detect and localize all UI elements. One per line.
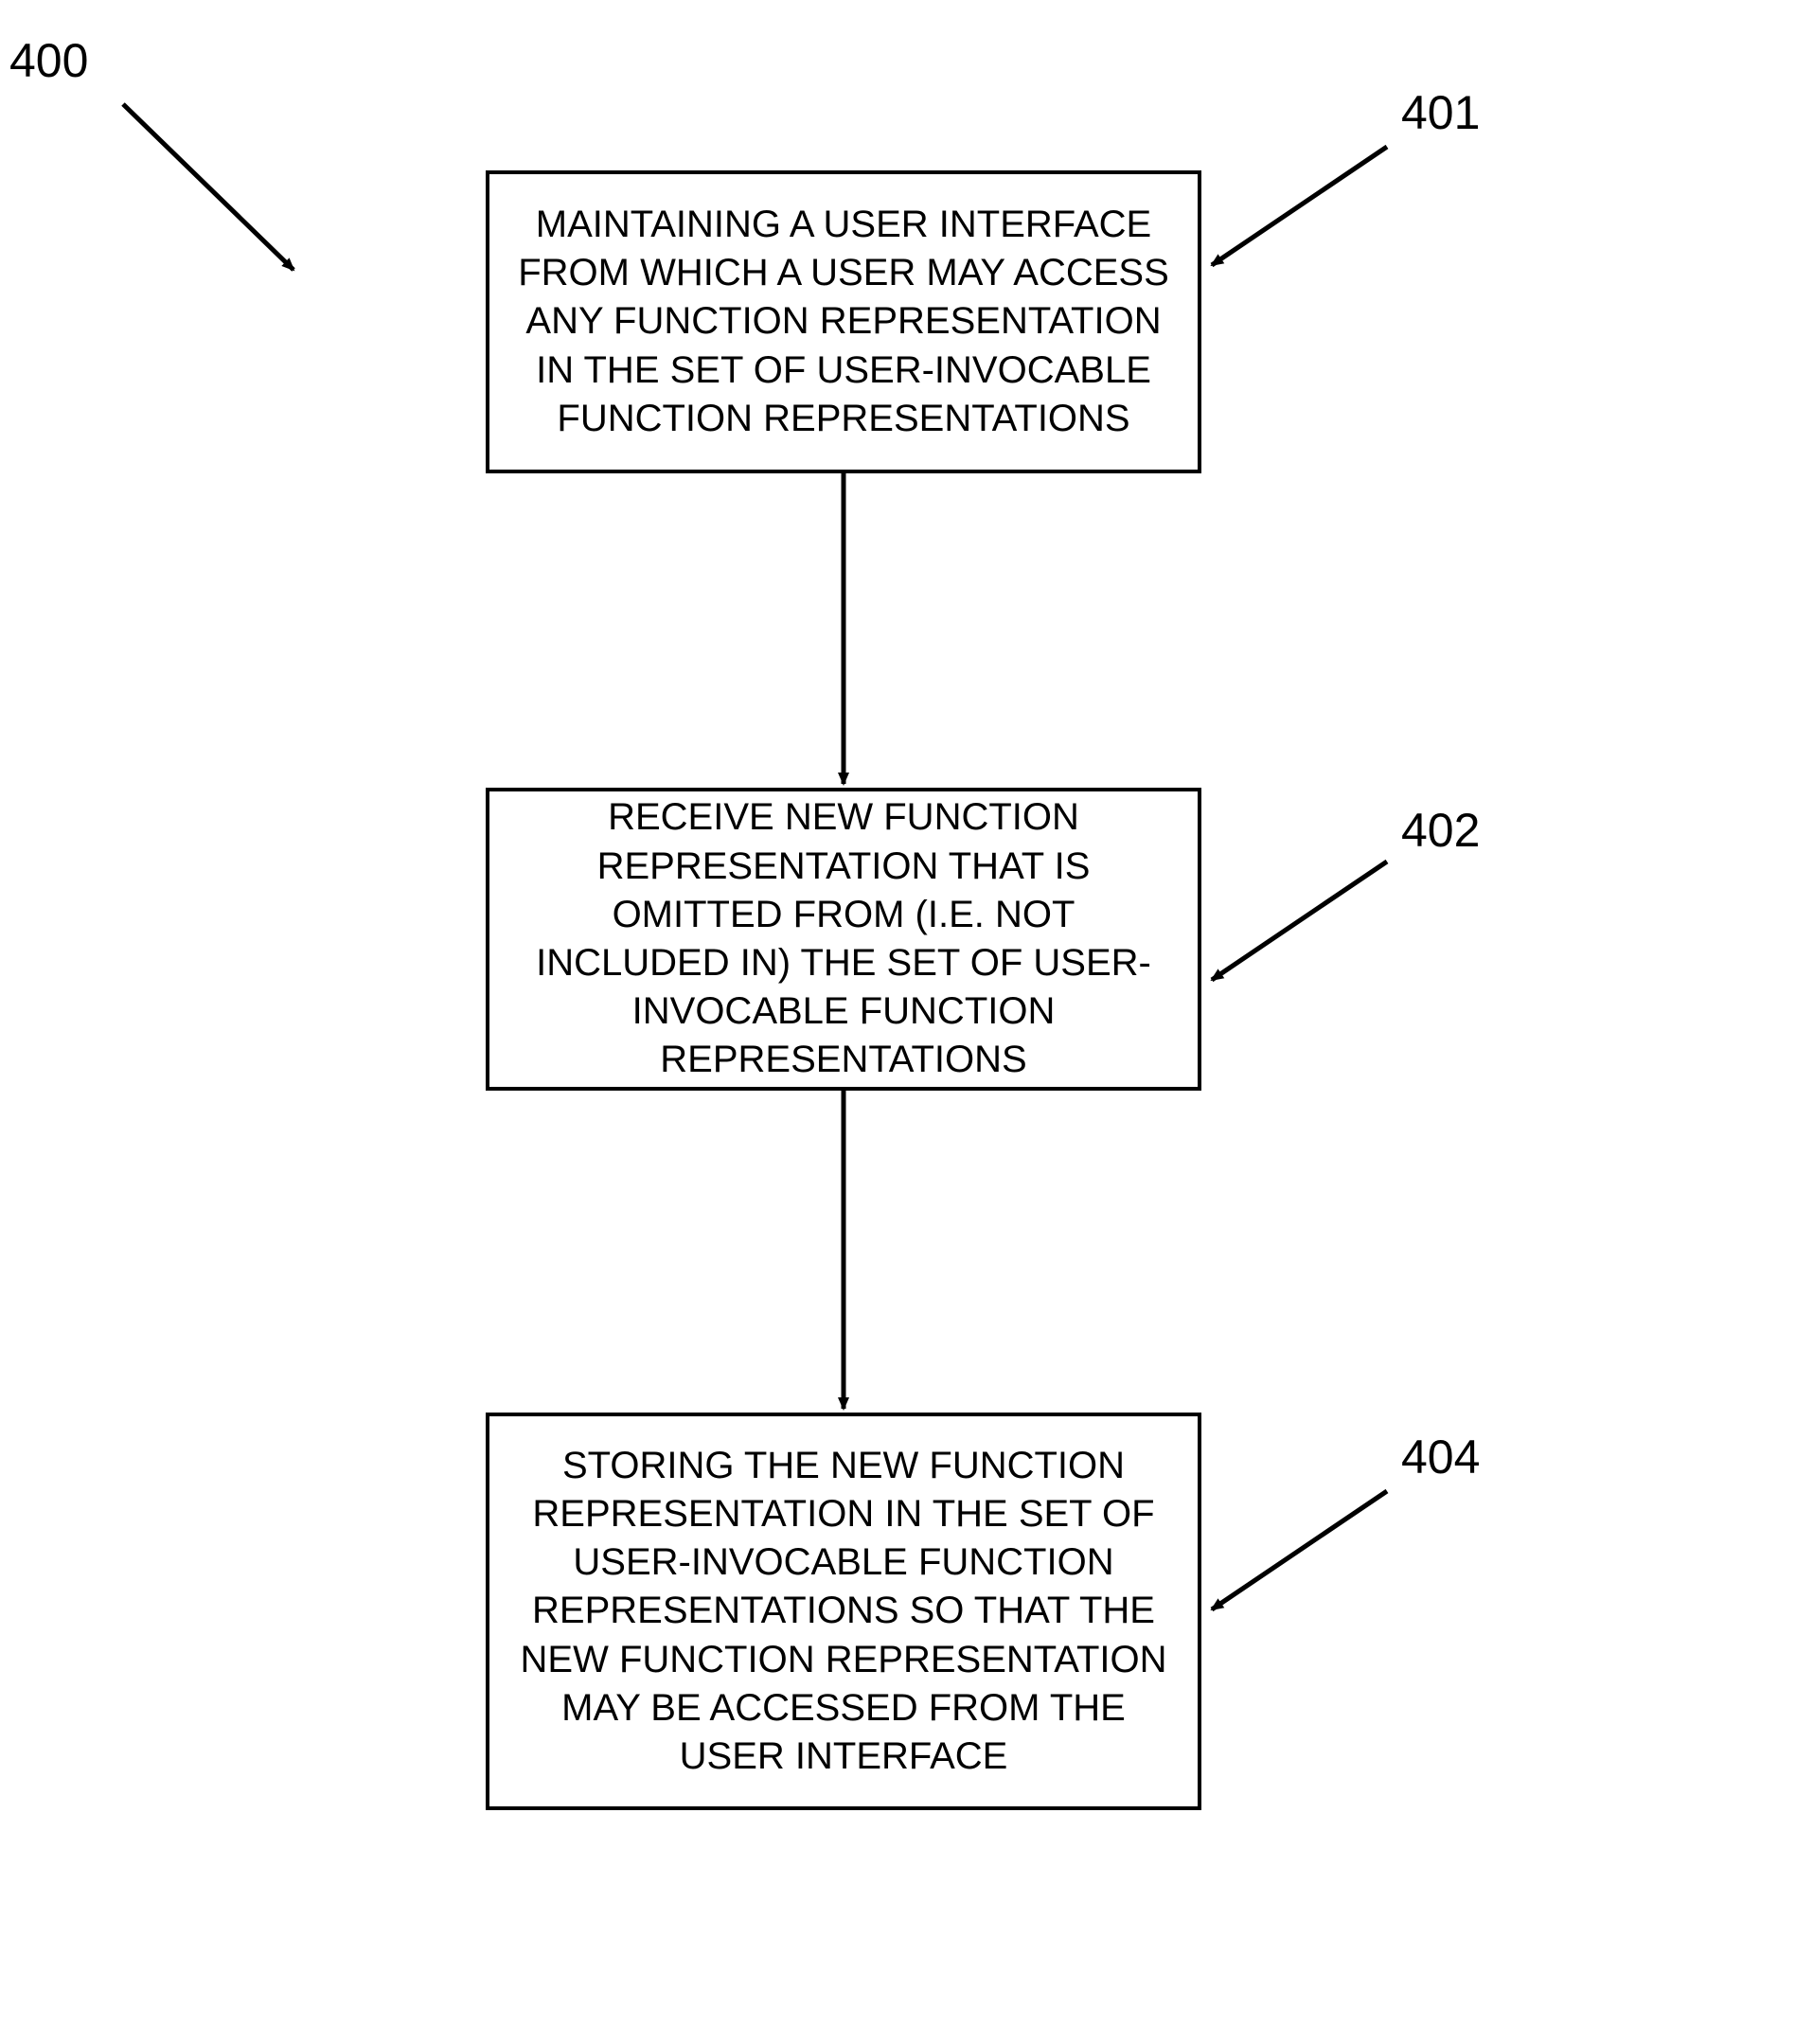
arrow-label-404 (1212, 1491, 1387, 1609)
arrow-label-401 (1212, 147, 1387, 265)
diagram-reference-label: 400 (9, 33, 88, 88)
flowchart-canvas: 400 MAINTAINING A USER INTERFACE FROM WH… (0, 0, 1813, 2044)
flowchart-step-1-label-text: 401 (1401, 86, 1480, 139)
flowchart-step-1-text: MAINTAINING A USER INTERFACE FROM WHICH … (512, 201, 1175, 443)
flowchart-step-1: MAINTAINING A USER INTERFACE FROM WHICH … (486, 170, 1201, 473)
flowchart-step-3-text: STORING THE NEW FUNCTION REPRESENTATION … (512, 1442, 1175, 1781)
flowchart-step-3: STORING THE NEW FUNCTION REPRESENTATION … (486, 1413, 1201, 1810)
arrow-diagram-pointer (123, 104, 293, 270)
flowchart-step-2: RECEIVE NEW FUNCTION REPRESENTATION THAT… (486, 788, 1201, 1091)
flowchart-step-3-label: 404 (1401, 1430, 1480, 1484)
flowchart-step-1-label: 401 (1401, 85, 1480, 140)
flowchart-step-3-label-text: 404 (1401, 1431, 1480, 1484)
diagram-reference-text: 400 (9, 34, 88, 87)
flowchart-step-2-text: RECEIVE NEW FUNCTION REPRESENTATION THAT… (512, 793, 1175, 1084)
flowchart-step-2-label: 402 (1401, 803, 1480, 858)
flowchart-step-2-label-text: 402 (1401, 804, 1480, 857)
arrow-label-402 (1212, 862, 1387, 980)
